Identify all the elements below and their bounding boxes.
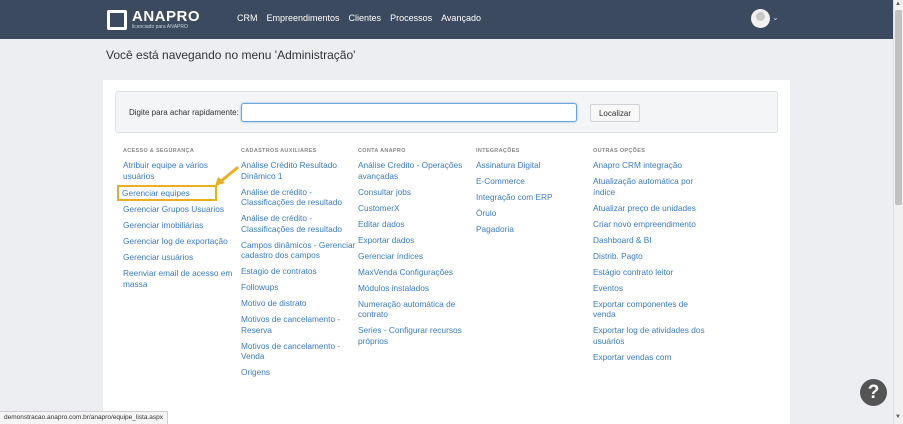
list-item[interactable]: Atualizar preço de unidades	[593, 203, 708, 214]
column-title: CADASTROS AUXILIARES	[241, 148, 317, 154]
list-item[interactable]: CustomerX	[358, 203, 473, 214]
list-item[interactable]: E-Commerce	[476, 176, 591, 187]
user-avatar[interactable]	[751, 9, 770, 28]
list-item[interactable]: Exportar log de atividades dos usuários	[593, 325, 708, 346]
search-label: Digite para achar rapidamente:	[129, 108, 239, 117]
brand-name: ANAPRO	[132, 8, 201, 25]
list-item[interactable]: Análise de crédito - Classificações de r…	[241, 213, 356, 234]
list-item[interactable]: Estagio de contratos	[241, 266, 356, 277]
list-item[interactable]: Dashboard & BI	[593, 235, 708, 246]
list-item[interactable]: Análise de crédito - Classificações de r…	[241, 187, 356, 208]
list-item[interactable]: Numeração automática de contrato	[358, 299, 473, 320]
list-item[interactable]: Pagadoria	[476, 224, 591, 235]
top-navbar: ANAPRO licenciado para ANAPRO CRM Empree…	[0, 0, 893, 39]
column-integracoes: INTEGRAÇÕES Assinatura Digital E-Commerc…	[476, 148, 591, 240]
link-gerenciar-log-exportacao[interactable]: Gerenciar log de exportação	[123, 236, 238, 247]
scrollbar-thumb[interactable]	[895, 10, 902, 205]
list-item[interactable]: Consultar jobs	[358, 187, 473, 198]
column-title: OUTRAS OPÇÕES	[593, 148, 646, 154]
page-heading: Você está navegando no menu 'Administraç…	[106, 48, 356, 62]
localizar-button[interactable]: Localizar	[590, 104, 640, 122]
link-reenviar-email[interactable]: Reenviar email de acesso em massa	[123, 268, 238, 289]
nav-clientes[interactable]: Clientes	[349, 13, 382, 23]
chevron-down-icon[interactable]: ⌄	[772, 13, 779, 22]
brand-tagline: licenciado para ANAPRO	[132, 24, 188, 30]
nav-crm[interactable]: CRM	[237, 13, 258, 23]
link-gerenciar-imobiliarias[interactable]: Gerenciar imobiliárias	[123, 220, 238, 231]
list-item[interactable]: Análise Crédito Resultado Dinâmico 1	[241, 160, 356, 181]
list-item[interactable]: Módulos instalados	[358, 283, 473, 294]
list-item[interactable]: Criar novo empreendimento	[593, 219, 708, 230]
column-title: CONTA ANAPRO	[358, 148, 406, 154]
scroll-up-icon[interactable]: ▲	[895, 1, 901, 7]
list-item[interactable]: Gerenciar índices	[358, 251, 473, 262]
main-nav: CRM Empreendimentos Clientes Processos A…	[237, 13, 481, 23]
list-item[interactable]: Motivos de cancelamento - Venda	[241, 341, 356, 362]
list-item[interactable]: Análise Credito - Operações avançadas	[358, 160, 473, 181]
list-item[interactable]: Órulo	[476, 208, 591, 219]
list-item[interactable]: Integração com ERP	[476, 192, 591, 203]
nav-processos[interactable]: Processos	[390, 13, 432, 23]
scroll-down-icon[interactable]: ▼	[895, 414, 901, 420]
quick-search-box: Digite para achar rapidamente: Localizar	[115, 91, 778, 133]
link-gerenciar-equipes[interactable]: Gerenciar equipes	[117, 184, 217, 201]
column-cadastros-auxiliares: CADASTROS AUXILIARES Análise Crédito Res…	[241, 148, 356, 383]
list-item[interactable]: Exportar vendas com	[593, 352, 708, 363]
link-gerenciar-grupos[interactable]: Gerenciar Grupos Usuarios	[123, 204, 238, 215]
status-bar-url: demonstracao.anapro.com.br/anapro/equipe…	[0, 411, 168, 424]
link-gerenciar-usuarios[interactable]: Gerenciar usuários	[123, 252, 238, 263]
pointer-arrow-icon	[215, 166, 239, 186]
column-conta-anapro: CONTA ANAPRO Análise Credito - Operações…	[358, 148, 473, 352]
list-item[interactable]: Distrib. Pagto	[593, 251, 708, 262]
list-item[interactable]: Motivos de cancelamento - Reserva	[241, 314, 356, 335]
help-button[interactable]: ?	[860, 379, 887, 406]
list-item[interactable]: Estágio contrato leitor	[593, 267, 708, 278]
list-item[interactable]: Assinatura Digital	[476, 160, 591, 171]
list-item[interactable]: Anapro CRM integração	[593, 160, 708, 171]
list-item[interactable]: Followups	[241, 282, 356, 293]
list-item[interactable]: Series - Configurar recursos próprios	[358, 325, 473, 346]
column-title: INTEGRAÇÕES	[476, 148, 520, 154]
nav-avancado[interactable]: Avançado	[441, 13, 481, 23]
list-item[interactable]: MaxVenda Configurações	[358, 267, 473, 278]
list-item[interactable]: Eventos	[593, 283, 708, 294]
list-item[interactable]: Campos dinâmicos - Gerenciar cadastro do…	[241, 240, 356, 261]
nav-empreendimentos[interactable]: Empreendimentos	[267, 13, 340, 23]
list-item[interactable]: Exportar dados	[358, 235, 473, 246]
column-outras-opcoes: OUTRAS OPÇÕES Anapro CRM integração Atua…	[593, 148, 708, 368]
page-scrollbar[interactable]: ▲ ▼	[893, 0, 903, 424]
list-item[interactable]: Origens	[241, 367, 356, 378]
column-title: ACESSO & SEGURANÇA	[123, 148, 195, 154]
logo-square-icon	[107, 9, 127, 30]
list-item[interactable]: Editar dados	[358, 219, 473, 230]
admin-menu-panel: Digite para achar rapidamente: Localizar…	[103, 80, 790, 424]
list-item[interactable]: Exportar componentes de venda	[593, 299, 708, 320]
quick-search-input[interactable]	[241, 103, 577, 122]
brand-logo[interactable]: ANAPRO licenciado para ANAPRO	[107, 9, 200, 30]
list-item[interactable]: Motivo de distrato	[241, 298, 356, 309]
list-item[interactable]: Atualização automática por índice	[593, 176, 708, 197]
